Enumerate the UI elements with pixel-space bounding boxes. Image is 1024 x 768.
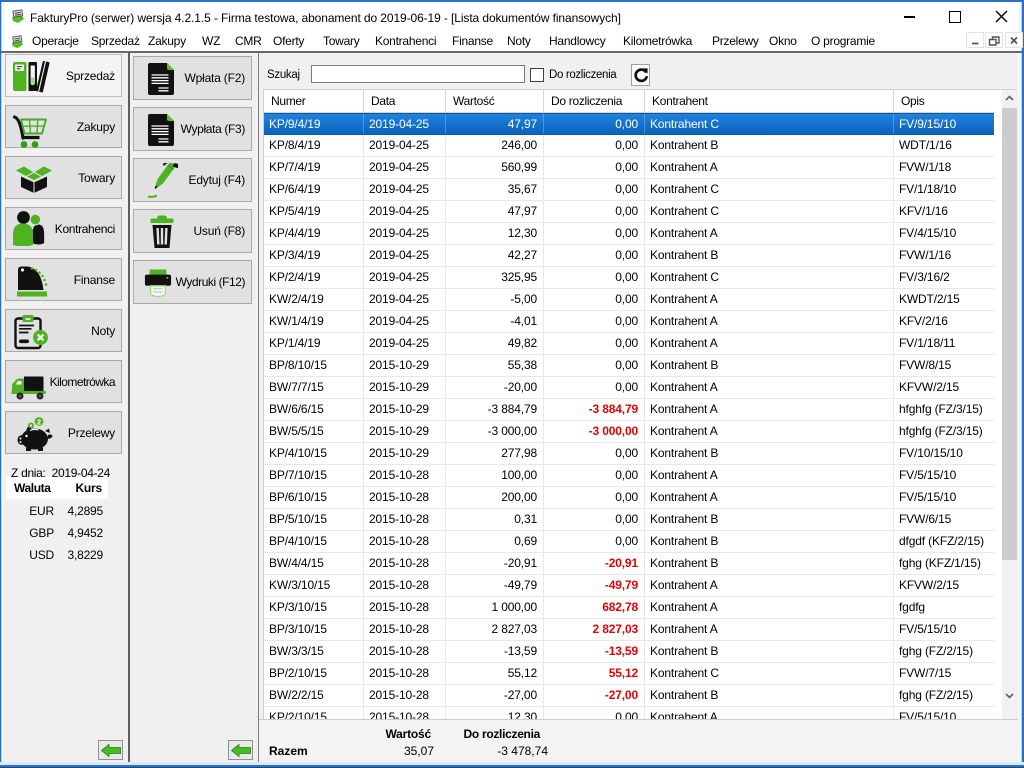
svg-text:2: 2 [37,417,41,426]
